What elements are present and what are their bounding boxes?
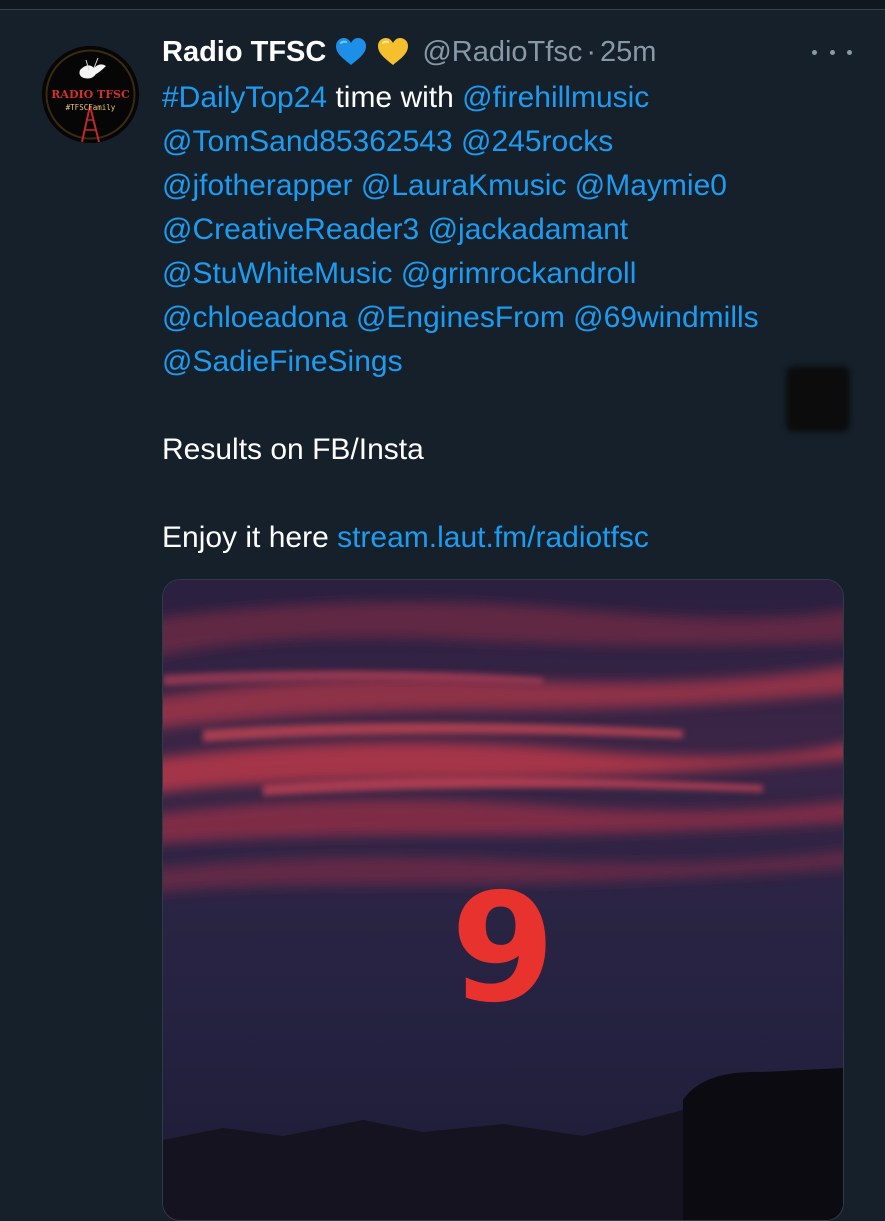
display-name[interactable]: Radio TFSC xyxy=(162,36,326,69)
stream-link[interactable]: stream.laut.fm/radiotfsc xyxy=(337,521,649,554)
mention-link[interactable]: @chloeadona xyxy=(162,301,348,334)
mention-link[interactable]: @245rocks xyxy=(461,125,613,158)
mention-link[interactable]: @CreativeReader3 xyxy=(162,213,419,246)
top-divider xyxy=(0,0,885,10)
text-line: @TomSand85362543 @245rocks xyxy=(162,120,852,164)
mention-link[interactable]: @jfotherapper xyxy=(162,169,353,202)
yellow-heart-icon xyxy=(376,35,410,69)
user-handle[interactable]: @RadioTfsc xyxy=(422,36,582,69)
text-line: @jfotherapper @LauraKmusic @Maymie0 xyxy=(162,164,852,208)
mention-link[interactable]: @Maymie0 xyxy=(575,169,727,202)
mention-link[interactable]: @69windmills xyxy=(573,301,759,334)
tweet-text: #DailyTop24 time with @firehillmusic @To… xyxy=(162,76,852,560)
text-line: @SadieFineSings xyxy=(162,340,852,384)
tweet[interactable]: RADIO TFSC #TFSCFamily Radio TFSC @Radio… xyxy=(0,10,885,1221)
text-line: @CreativeReader3 @jackadamant xyxy=(162,208,852,252)
tweet-media-image[interactable]: 9 xyxy=(162,579,844,1221)
blue-heart-icon xyxy=(334,35,368,69)
mention-link[interactable]: @EnginesFrom xyxy=(356,301,565,334)
separator-dot: · xyxy=(586,35,596,68)
mention-link[interactable]: @TomSand85362543 xyxy=(162,125,453,158)
text-line: #DailyTop24 time with @firehillmusic xyxy=(162,76,852,120)
media-number: 9 xyxy=(451,862,555,1036)
tweet-header: Radio TFSC @RadioTfsc · 25m xyxy=(162,32,852,72)
more-dots-icon[interactable] xyxy=(812,42,852,62)
text-segment: time with xyxy=(327,81,463,114)
mention-link[interactable]: @LauraKmusic xyxy=(361,169,567,202)
mention-link[interactable]: @SadieFineSings xyxy=(162,345,403,378)
avatar-logo-text: RADIO TFSC xyxy=(51,88,130,101)
text-line: Enjoy it here stream.laut.fm/radiotfsc xyxy=(162,516,852,560)
timestamp[interactable]: 25m xyxy=(600,36,656,69)
text-line: @StuWhiteMusic @grimrockandroll xyxy=(162,252,852,296)
avatar-tag-text: #TFSCFamily xyxy=(66,103,116,112)
results-text: Results on FB/Insta xyxy=(162,433,424,466)
mention-link[interactable]: @grimrockandroll xyxy=(401,257,637,290)
avatar[interactable]: RADIO TFSC #TFSCFamily xyxy=(42,46,139,143)
text-line: @chloeadona @EnginesFrom @69windmills xyxy=(162,296,852,340)
mention-link[interactable]: @StuWhiteMusic xyxy=(162,257,393,290)
mention-link[interactable]: @jackadamant xyxy=(428,213,629,246)
hashtag-link[interactable]: #DailyTop24 xyxy=(162,81,327,114)
redacted-overlay xyxy=(786,366,850,432)
enjoy-text: Enjoy it here xyxy=(162,521,338,554)
svg-text:9: 9 xyxy=(451,862,555,1036)
mention-link[interactable]: @firehillmusic xyxy=(462,81,649,114)
